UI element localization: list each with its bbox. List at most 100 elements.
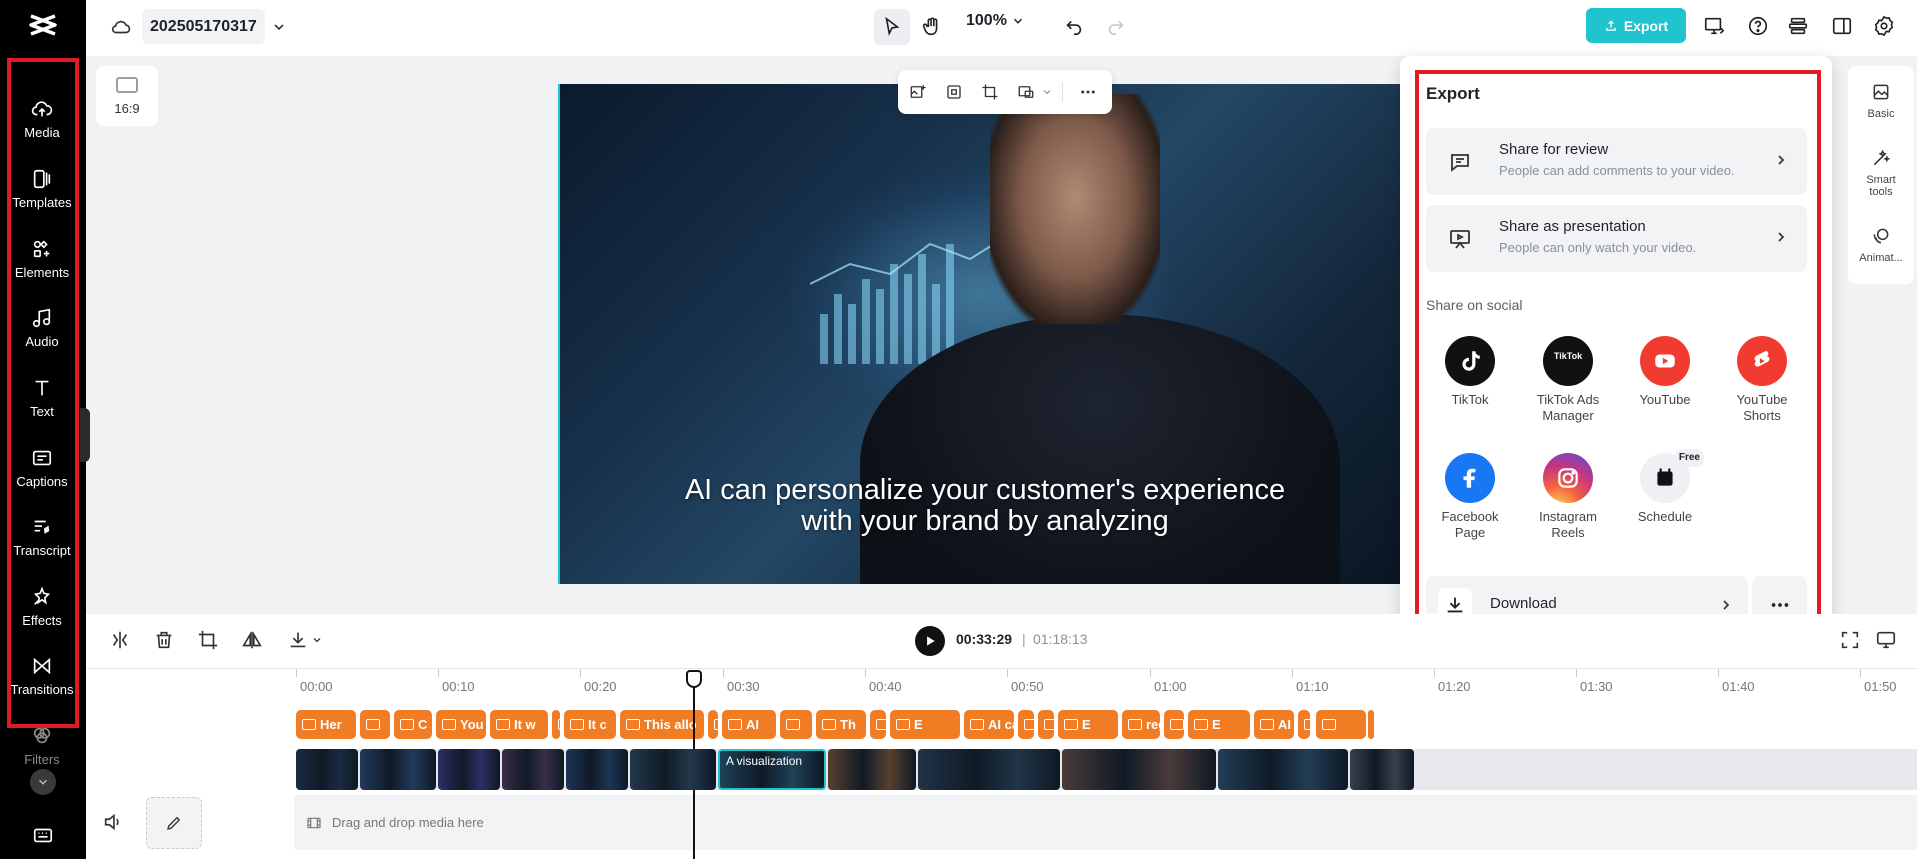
crop-button[interactable] (978, 80, 1002, 104)
delete-button[interactable] (152, 628, 176, 652)
nav-collapse-button[interactable] (30, 769, 56, 795)
export-button[interactable]: Export (1586, 8, 1686, 43)
timeline[interactable]: Drag and drop media here 00:00 00:10 00:20… (86, 668, 1917, 859)
chevron-right-icon (1778, 155, 1785, 165)
caption-clip[interactable]: It c (564, 710, 616, 739)
nav-transitions[interactable]: Transitions (10, 643, 74, 709)
video-caption[interactable]: AI can personalize your customer's exper… (560, 475, 1408, 537)
video-clip-selected[interactable]: A visualization (718, 749, 826, 790)
project-name[interactable]: 202505170317 (142, 9, 265, 44)
caption-clip[interactable]: E (1188, 710, 1250, 739)
caption-clip[interactable]: e (1298, 710, 1310, 739)
more-options-button[interactable] (1076, 80, 1100, 104)
caption-clip[interactable]: E (1038, 710, 1054, 739)
nav-elements[interactable]: Elements (10, 226, 74, 292)
basic-tab[interactable]: Basic (1848, 82, 1914, 120)
play-button[interactable] (915, 626, 945, 656)
video-clip[interactable] (438, 749, 500, 790)
caption-clip[interactable] (552, 710, 560, 739)
caption-clip[interactable] (360, 710, 390, 739)
mute-button[interactable] (100, 809, 126, 835)
keyboard-shortcuts-button[interactable] (30, 822, 56, 848)
preview-quality-button[interactable] (1874, 628, 1898, 652)
caption-clip[interactable]: t (1164, 710, 1184, 739)
cover-edit-button[interactable] (146, 797, 202, 849)
nav-transcript[interactable]: Transcript (10, 504, 74, 570)
split-button[interactable] (108, 628, 132, 652)
caption-clip[interactable] (708, 710, 718, 739)
share-as-presentation-card[interactable]: Share as presentation People can only wa… (1426, 205, 1807, 272)
video-clip[interactable] (1218, 749, 1348, 790)
caption-clip[interactable]: E (1058, 710, 1118, 739)
help-button[interactable] (1744, 12, 1772, 40)
smart-tools-tab[interactable]: Smart tools (1848, 148, 1914, 198)
download-clip-dropdown[interactable] (310, 632, 324, 648)
flip-button[interactable] (240, 628, 264, 652)
layers-button[interactable] (1784, 12, 1812, 40)
video-clip[interactable] (918, 749, 1060, 790)
caption-clip[interactable]: You (436, 710, 486, 739)
mask-dropdown[interactable] (1040, 84, 1054, 100)
caption-clip[interactable]: AI c (1254, 710, 1294, 739)
caption-clip[interactable] (870, 710, 886, 739)
nav-templates[interactable]: Templates (10, 156, 74, 222)
social-schedule[interactable]: Free Schedule (1617, 449, 1713, 525)
video-clip[interactable] (360, 749, 436, 790)
video-clip[interactable] (1350, 749, 1414, 790)
aspect-ratio-button[interactable]: 16:9 (96, 66, 158, 126)
download-clip-button[interactable] (286, 628, 310, 652)
caption-clip[interactable]: Th (816, 710, 866, 739)
settings-button[interactable] (1870, 12, 1898, 40)
video-clip[interactable] (630, 749, 716, 790)
nav-media[interactable]: Media (10, 86, 74, 152)
video-clip[interactable] (828, 749, 916, 790)
video-clip[interactable] (1062, 749, 1216, 790)
caption-clip[interactable]: E (890, 710, 960, 739)
caption-clip[interactable] (1316, 710, 1366, 739)
video-preview[interactable]: AI can personalize your customer's exper… (558, 84, 1408, 584)
caption-clip[interactable] (780, 710, 812, 739)
toggle-panel-button[interactable] (1828, 12, 1856, 40)
hand-tool-button[interactable] (914, 9, 950, 45)
caption-clip[interactable]: reg (1122, 710, 1160, 739)
video-clip[interactable] (566, 749, 628, 790)
caption-clip[interactable]: sc (1018, 710, 1034, 739)
social-youtube-shorts[interactable]: YouTube Shorts (1714, 336, 1810, 424)
video-clip[interactable] (296, 749, 358, 790)
select-tool-button[interactable] (874, 9, 910, 45)
caption-clip[interactable]: AI (722, 710, 776, 739)
project-menu-button[interactable] (268, 16, 290, 38)
nav-text[interactable]: Text (10, 365, 74, 431)
playhead-handle[interactable] (686, 670, 702, 688)
panel-collapse-handle[interactable] (80, 408, 90, 462)
nav-effects[interactable]: Effects (10, 574, 74, 640)
crop-clip-button[interactable] (196, 628, 220, 652)
capcut-logo[interactable] (28, 12, 58, 38)
undo-button[interactable] (1060, 12, 1088, 40)
caption-clip[interactable]: C (394, 710, 432, 739)
caption-clip[interactable]: AI ca (964, 710, 1014, 739)
caption-clip[interactable]: It w (490, 710, 548, 739)
video-clip[interactable] (502, 749, 564, 790)
animation-tab[interactable]: Animat... (1848, 226, 1914, 264)
nav-audio[interactable]: Audio (10, 295, 74, 361)
caption-clip[interactable]: I (1368, 710, 1374, 739)
redo-button[interactable] (1102, 12, 1130, 40)
social-youtube[interactable]: YouTube (1617, 336, 1713, 408)
caption-clip[interactable]: Her (296, 710, 356, 739)
nav-captions[interactable]: Captions (10, 435, 74, 501)
fullscreen-button[interactable] (1838, 628, 1862, 652)
social-tiktok[interactable]: TikTok (1422, 336, 1518, 408)
zoom-dropdown[interactable]: 100% (966, 12, 1025, 30)
social-facebook-page[interactable]: Facebook Page (1422, 453, 1518, 541)
cloud-sync-button[interactable] (108, 14, 134, 40)
caption-clip[interactable]: This allo (620, 710, 704, 739)
social-tiktok-ads-manager[interactable]: TikTok TikTok Ads Manager (1520, 336, 1616, 424)
share-for-review-card[interactable]: Share for review People can add comments… (1426, 128, 1807, 195)
replace-media-button[interactable] (906, 80, 930, 104)
media-drop-zone[interactable]: Drag and drop media here (294, 795, 1917, 850)
present-button[interactable] (1700, 12, 1728, 40)
social-instagram-reels[interactable]: Instagram Reels (1520, 453, 1616, 541)
mask-button[interactable] (1014, 80, 1038, 104)
fit-button[interactable] (942, 80, 966, 104)
